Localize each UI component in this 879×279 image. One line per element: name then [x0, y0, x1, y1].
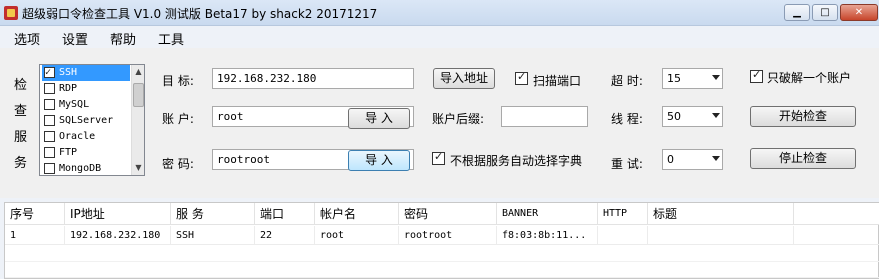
scan-port-checkbox[interactable]: [515, 70, 528, 85]
checkbox-icon[interactable]: [44, 65, 55, 80]
table-row[interactable]: 1 192.168.232.180 SSH 22 root rootroot f…: [5, 226, 879, 245]
password-label: 密 码:: [162, 157, 194, 171]
cell-password: rootroot: [399, 226, 497, 245]
service-label: FTP: [59, 147, 78, 158]
checkbox-icon[interactable]: [44, 99, 55, 110]
service-item-ssh[interactable]: SSH: [42, 65, 130, 81]
chevron-down-icon[interactable]: [712, 113, 720, 118]
app-window: 超级弱口令检查工具 V1.0 测试版 Beta17 by shack2 2017…: [0, 0, 879, 279]
results-table[interactable]: 序号 IP地址 服 务 端口 帐户名 密码 BANNER HTTP 标题 1 1…: [4, 202, 879, 279]
stop-check-button[interactable]: 停止检查: [750, 148, 856, 169]
column-header-http[interactable]: HTTP: [598, 203, 648, 225]
service-group-label-3: 服: [14, 130, 28, 145]
service-item-ftp[interactable]: FTP: [42, 145, 130, 161]
menu-bar: 选项 设置 帮助 工具: [0, 26, 879, 48]
import-account-button[interactable]: 导 入: [348, 108, 410, 129]
app-icon: [4, 6, 18, 20]
column-header-service[interactable]: 服 务: [171, 203, 255, 225]
column-header-index[interactable]: 序号: [5, 203, 65, 225]
cell-username: root: [315, 226, 399, 245]
column-header-ip[interactable]: IP地址: [65, 203, 171, 225]
cell-banner: f8:03:8b:11...: [497, 226, 598, 245]
service-list[interactable]: SSH RDP MySQL SQLServer Oracle FTP Mongo…: [39, 64, 145, 176]
menu-tools[interactable]: 工具: [158, 29, 184, 48]
service-item-mongodb[interactable]: MongoDB: [42, 161, 130, 175]
account-label: 账 户:: [162, 112, 194, 126]
checkbox-icon[interactable]: [44, 163, 55, 174]
auto-dict-label: 不根据服务自动选择字典: [450, 154, 583, 168]
retry-select[interactable]: 0: [662, 149, 723, 170]
timeout-value: 15: [667, 72, 681, 85]
cell-port: 22: [255, 226, 315, 245]
timeout-label: 超 时:: [611, 74, 643, 88]
menu-options[interactable]: 选项: [14, 29, 40, 48]
service-group-label-4: 务: [14, 156, 28, 171]
maximize-button[interactable]: □: [812, 4, 838, 21]
column-header-banner[interactable]: BANNER: [497, 203, 598, 225]
service-group-label-1: 检: [14, 78, 28, 93]
service-item-sqlserver[interactable]: SQLServer: [42, 113, 130, 129]
minimize-button[interactable]: ▁: [784, 4, 810, 21]
checkbox-icon[interactable]: [44, 115, 55, 126]
threads-select[interactable]: 50: [662, 106, 723, 127]
target-input[interactable]: 192.168.232.180: [212, 68, 414, 89]
service-label: RDP: [59, 83, 78, 94]
cell-ip: 192.168.232.180: [65, 226, 171, 245]
checkbox-icon[interactable]: [44, 83, 55, 94]
column-header-password[interactable]: 密码: [399, 203, 497, 225]
menu-settings[interactable]: 设置: [62, 29, 88, 48]
checkbox-icon[interactable]: [44, 131, 55, 142]
chevron-down-icon[interactable]: [712, 156, 720, 161]
auto-dict-checkbox[interactable]: [432, 150, 445, 165]
service-label: SSH: [59, 67, 78, 78]
only-one-account-checkbox[interactable]: [750, 68, 763, 83]
table-header: 序号 IP地址 服 务 端口 帐户名 密码 BANNER HTTP 标题: [5, 203, 879, 225]
threads-value: 50: [667, 110, 681, 123]
target-label: 目 标:: [162, 74, 194, 88]
scroll-thumb[interactable]: [133, 83, 144, 107]
cell-index: 1: [5, 226, 65, 245]
checkbox-icon[interactable]: [44, 147, 55, 158]
cell-service: SSH: [171, 226, 255, 245]
empty-row: [5, 262, 879, 278]
service-label: SQLServer: [59, 115, 114, 126]
scan-port-label: 扫描端口: [533, 74, 582, 88]
retry-value: 0: [667, 153, 674, 166]
service-item-rdp[interactable]: RDP: [42, 81, 130, 97]
timeout-select[interactable]: 15: [662, 68, 723, 89]
cell-title: [648, 226, 794, 245]
service-label: MySQL: [59, 99, 90, 110]
column-header-title[interactable]: 标题: [648, 203, 794, 225]
service-item-mysql[interactable]: MySQL: [42, 97, 130, 113]
account-suffix-label: 账户后缀:: [432, 112, 485, 126]
service-list-scrollbar[interactable]: ▲ ▼: [131, 65, 144, 175]
menu-help[interactable]: 帮助: [110, 29, 136, 48]
account-suffix-input[interactable]: [501, 106, 588, 127]
title-bar: 超级弱口令检查工具 V1.0 测试版 Beta17 by shack2 2017…: [0, 0, 879, 26]
empty-row: [5, 246, 879, 262]
start-check-button[interactable]: 开始检查: [750, 106, 856, 127]
column-header-username[interactable]: 帐户名: [315, 203, 399, 225]
chevron-down-icon[interactable]: [712, 75, 720, 80]
service-item-oracle[interactable]: Oracle: [42, 129, 130, 145]
column-header-port[interactable]: 端口: [255, 203, 315, 225]
cell-http: [598, 226, 648, 245]
service-group-label-2: 查: [14, 104, 28, 119]
service-label: MongoDB: [59, 163, 102, 174]
service-label: Oracle: [59, 131, 96, 142]
only-one-account-label: 只破解一个账户: [767, 71, 852, 85]
import-password-button[interactable]: 导 入: [348, 150, 410, 171]
scroll-up-icon[interactable]: ▲: [132, 65, 144, 79]
threads-label: 线 程:: [611, 112, 643, 126]
retry-label: 重 试:: [611, 157, 643, 171]
scroll-down-icon[interactable]: ▼: [132, 161, 144, 175]
import-address-button[interactable]: 导入地址: [433, 68, 495, 89]
window-title: 超级弱口令检查工具 V1.0 测试版 Beta17 by shack2 2017…: [22, 7, 378, 21]
close-button[interactable]: ✕: [840, 4, 878, 21]
